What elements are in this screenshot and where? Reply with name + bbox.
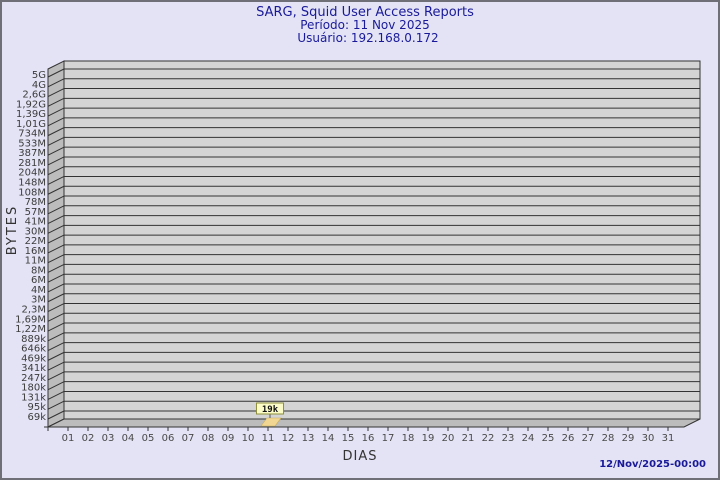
x-tick-label: 28 (602, 433, 615, 444)
x-tick-label: 23 (502, 433, 515, 444)
chart-user: Usuário: 192.168.0.172 (297, 31, 438, 45)
sarg-report-image: SARG, Squid User Access Reports Período:… (0, 0, 720, 480)
x-tick-label: 04 (122, 433, 135, 444)
x-tick-label: 03 (102, 433, 115, 444)
bytes-per-day-chart: SARG, Squid User Access Reports Período:… (2, 2, 718, 478)
x-tick-label: 19 (422, 433, 435, 444)
x-tick-label: 25 (542, 433, 555, 444)
back-wall (64, 61, 700, 419)
x-tick-label: 12 (282, 433, 295, 444)
x-tick-label: 22 (482, 433, 495, 444)
x-tick-label: 15 (342, 433, 355, 444)
x-tick-label: 16 (362, 433, 375, 444)
x-tick-label: 31 (662, 433, 675, 444)
floor (48, 419, 700, 427)
x-tick-label: 11 (262, 433, 275, 444)
x-tick-label: 27 (582, 433, 595, 444)
x-tick-label: 20 (442, 433, 455, 444)
x-tick-label: 24 (522, 433, 535, 444)
x-tick-label: 09 (222, 433, 235, 444)
generated-timestamp: 12/Nov/2025-00:00 (599, 459, 706, 470)
x-tick-label: 07 (182, 433, 195, 444)
x-tick-label: 10 (242, 433, 255, 444)
x-tick-label: 13 (302, 433, 315, 444)
x-tick-label: 30 (642, 433, 655, 444)
x-tick-label: 21 (462, 433, 475, 444)
y-tick-label: 69k (27, 412, 46, 423)
plot-area: 5G4G2,6G1,92G1,39G1,01G734M533M387M281M2… (15, 61, 700, 444)
x-tick-label: 01 (62, 433, 75, 444)
x-tick-label: 06 (162, 433, 175, 444)
left-wall (48, 61, 64, 427)
x-tick-label: 18 (402, 433, 415, 444)
x-tick-label: 08 (202, 433, 215, 444)
x-tick-label: 17 (382, 433, 395, 444)
y-axis-title: BYTES (5, 205, 20, 256)
x-tick-label: 05 (142, 433, 155, 444)
x-axis-title: DIAS (343, 449, 378, 464)
x-tick-label: 29 (622, 433, 635, 444)
x-tick-label: 14 (322, 433, 335, 444)
x-tick-label: 26 (562, 433, 575, 444)
x-tick-label: 02 (82, 433, 95, 444)
chart-period: Período: 11 Nov 2025 (300, 18, 429, 32)
bar-value-label: 19k (262, 405, 279, 415)
